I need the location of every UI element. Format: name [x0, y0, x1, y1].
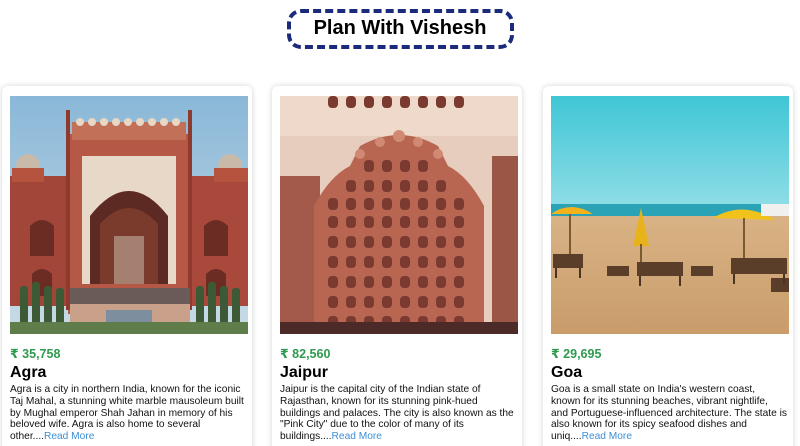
page-title: Plan With Vishesh: [313, 17, 487, 39]
city-description: Goa is a small state on India's western …: [551, 384, 787, 443]
jaipur-photo: [280, 96, 518, 334]
destination-card-goa[interactable]: ₹ 29,695 Goa Goa is a small state on Ind…: [543, 86, 793, 446]
read-more-link[interactable]: Read More: [582, 431, 632, 442]
description-text: Jaipur is the capital city of the Indian…: [280, 384, 514, 443]
city-name: Agra: [10, 364, 47, 381]
destination-card-agra[interactable]: ₹ 35,758 Agra Agra is a city in northern…: [2, 86, 252, 446]
agra-photo: [10, 96, 248, 334]
city-description: Jaipur is the capital city of the Indian…: [280, 384, 516, 443]
city-name: Jaipur: [280, 364, 329, 381]
price-label: ₹ 35,758: [10, 347, 61, 361]
price-label: ₹ 29,695: [551, 347, 602, 361]
city-description: Agra is a city in northern India, known …: [10, 384, 246, 443]
read-more-link[interactable]: Read More: [44, 431, 94, 442]
city-name: Goa: [551, 364, 583, 381]
page-header: Plan With Vishesh: [0, 9, 800, 49]
read-more-link[interactable]: Read More: [332, 431, 382, 442]
title-badge: Plan With Vishesh: [286, 9, 514, 49]
goa-photo: [551, 96, 789, 334]
price-label: ₹ 82,560: [280, 347, 331, 361]
destination-card-jaipur[interactable]: ₹ 82,560 Jaipur Jaipur is the capital ci…: [272, 86, 522, 446]
